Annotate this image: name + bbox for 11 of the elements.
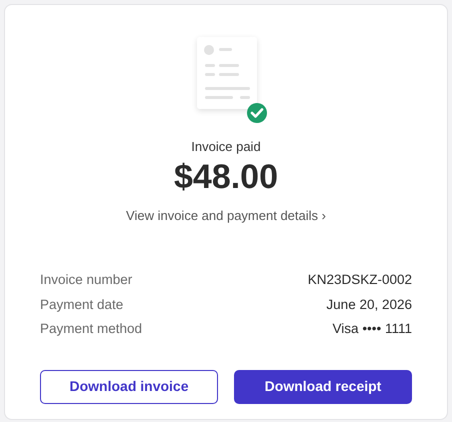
detail-label: Payment date xyxy=(40,296,124,314)
detail-label: Invoice number xyxy=(40,271,132,290)
download-button[interactable]: Download receipt xyxy=(234,370,412,404)
download-button[interactable]: Download invoice xyxy=(40,370,218,404)
details-link[interactable]: View invoice and payment details › xyxy=(126,208,326,224)
detail-label: Payment method xyxy=(40,320,142,338)
detail-value: KN23DSKZ-0002 xyxy=(308,271,412,290)
detail-value: Visa •••• 1111 xyxy=(332,320,412,338)
detail-value: June 20, 2026 xyxy=(326,296,412,314)
amount-text: $48.00 xyxy=(174,158,278,196)
status-text: Invoice paid xyxy=(191,139,261,154)
